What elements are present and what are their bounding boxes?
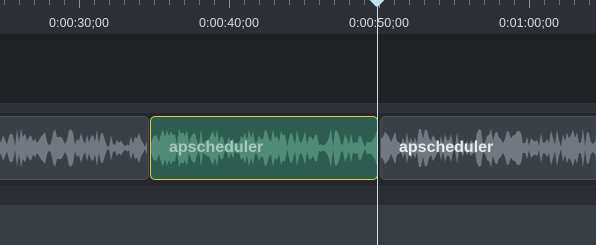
ruler-label-40s: 0:00:40;00 <box>198 16 260 30</box>
ruler-tick <box>214 0 215 5</box>
ruler-tick <box>109 0 110 5</box>
ruler-tick <box>319 0 320 5</box>
bottom-track[interactable] <box>0 205 596 245</box>
clip-label: apscheduler <box>399 139 494 156</box>
ruler-tick <box>424 0 425 5</box>
waveform-shape <box>0 128 147 168</box>
ruler-label-30s: 0:00:30;00 <box>48 16 110 30</box>
ruler-tick <box>349 0 350 5</box>
ruler-tick <box>499 0 500 5</box>
ruler-tick <box>364 0 365 5</box>
ruler-tick <box>334 0 335 5</box>
ruler-label-50s: 0:00:50;00 <box>348 16 410 30</box>
ruler-tick <box>139 0 140 5</box>
ruler-tick <box>289 0 290 5</box>
ruler-label-60s: 0:01:00;00 <box>498 16 560 30</box>
ruler-tick <box>49 0 50 5</box>
ruler-tick <box>514 0 515 5</box>
ruler-tick <box>484 0 485 5</box>
empty-track[interactable] <box>0 35 596 103</box>
ruler-tick <box>64 0 65 5</box>
ruler-tick <box>229 0 230 8</box>
timeline-ruler[interactable]: 0:00:30;00 0:00:40;00 0:00:50;00 0:01:00… <box>0 0 596 35</box>
audio-clip-right[interactable]: apscheduler <box>380 116 596 180</box>
ruler-tick <box>244 0 245 5</box>
ruler-tick <box>124 0 125 5</box>
timeline-editor: 0:00:30;00 0:00:40;00 0:00:50;00 0:01:00… <box>0 0 596 245</box>
ruler-tick <box>274 0 275 5</box>
ruler-tick <box>199 0 200 5</box>
ruler-tick <box>304 0 305 5</box>
ruler-tick <box>544 0 545 5</box>
ruler-tick <box>259 0 260 5</box>
ruler-tick <box>454 0 455 5</box>
ruler-tick <box>169 0 170 5</box>
ruler-tick <box>154 0 155 5</box>
ruler-tick <box>184 0 185 5</box>
ruler-tick <box>559 0 560 5</box>
audio-clip-left[interactable] <box>0 116 149 180</box>
ruler-tick <box>529 0 530 8</box>
ruler-tick <box>19 0 20 5</box>
ruler-tick <box>79 0 80 8</box>
ruler-tick <box>409 0 410 5</box>
ruler-tick <box>469 0 470 5</box>
audio-clip-selected[interactable]: apscheduler <box>150 116 378 180</box>
ruler-tick <box>574 0 575 5</box>
waveform-icon <box>0 128 147 168</box>
track-separator <box>0 103 596 113</box>
playhead-line[interactable] <box>377 0 378 245</box>
ruler-tick <box>94 0 95 5</box>
ruler-tick <box>34 0 35 5</box>
ruler-tick <box>4 0 5 5</box>
track-separator <box>0 185 596 205</box>
clip-label: apscheduler <box>169 139 264 156</box>
ruler-tick <box>394 0 395 5</box>
ruler-tick <box>439 0 440 5</box>
ruler-tick <box>589 0 590 5</box>
